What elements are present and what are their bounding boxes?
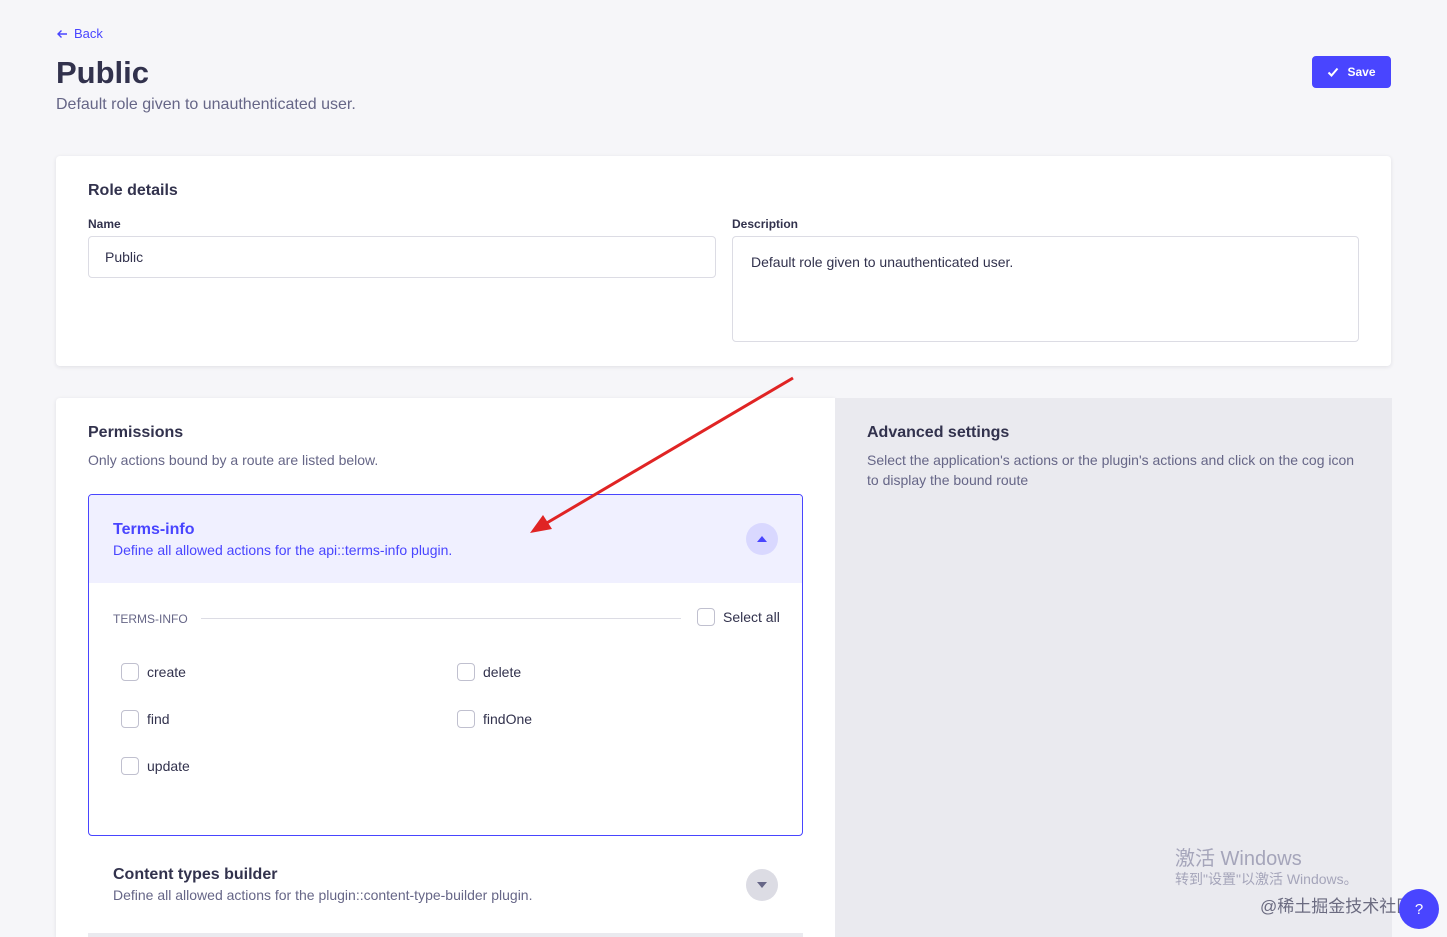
arrow-left-icon: [57, 29, 67, 38]
terms-info-group-label: TERMS-INFO: [113, 612, 188, 626]
advanced-settings-title: Advanced settings: [867, 424, 1010, 441]
terms-info-description: Define all allowed actions for the api::…: [113, 542, 453, 558]
expand-toggle-button[interactable]: [746, 869, 778, 901]
activation-watermark-subtitle: 转到"设置"以激活 Windows。: [1175, 871, 1358, 887]
advanced-settings-description: Select the application's actions or the …: [867, 452, 1355, 488]
name-label: Name: [88, 217, 121, 231]
content-types-builder-title[interactable]: Content types builder: [113, 866, 277, 884]
role-details-card: Role details Name Description Default ro…: [56, 156, 1391, 366]
page-subtitle: Default role given to unauthenticated us…: [56, 96, 356, 113]
create-label: create: [147, 664, 186, 680]
permissions-title: Permissions: [88, 424, 184, 441]
back-link[interactable]: Back: [56, 26, 103, 41]
create-checkbox[interactable]: [121, 663, 139, 681]
select-all-label: Select all: [723, 609, 780, 625]
save-label: Save: [1347, 65, 1376, 79]
help-button[interactable]: ?: [1399, 889, 1439, 929]
delete-label: delete: [483, 664, 522, 680]
name-input[interactable]: [88, 236, 716, 278]
permissions-subtitle: Only actions bound by a route are listed…: [88, 452, 379, 468]
terms-info-title: Terms-info: [113, 521, 195, 538]
back-label: Back: [74, 26, 103, 41]
accordion-separator: [88, 933, 803, 937]
delete-checkbox[interactable]: [457, 663, 475, 681]
findone-label: findOne: [483, 711, 533, 727]
find-checkbox[interactable]: [121, 710, 139, 728]
juejin-watermark: @稀土掘金技术社区: [1260, 897, 1414, 916]
select-all-checkbox[interactable]: [697, 608, 715, 626]
description-label: Description: [732, 217, 799, 231]
description-textarea[interactable]: Default role given to unauthenticated us…: [732, 236, 1359, 342]
page-title: Public: [56, 55, 150, 90]
terms-info-accordion: Terms-info Define all allowed actions fo…: [88, 494, 803, 836]
group-divider: [201, 618, 681, 619]
activation-watermark-title: 激活 Windows: [1175, 848, 1302, 870]
update-label: update: [147, 758, 190, 774]
role-details-title: Role details: [88, 182, 178, 199]
content-types-builder-description: Define all allowed actions for the plugi…: [113, 887, 533, 903]
collapse-toggle-button[interactable]: [746, 523, 778, 555]
advanced-settings-panel: Advanced settings Select the application…: [835, 398, 1392, 937]
find-label: find: [147, 711, 170, 727]
check-icon: [1328, 67, 1339, 77]
chevron-up-icon: [757, 536, 767, 542]
chevron-down-icon: [757, 882, 767, 888]
findone-checkbox[interactable]: [457, 710, 475, 728]
update-checkbox[interactable]: [121, 757, 139, 775]
terms-info-accordion-header[interactable]: Terms-info Define all allowed actions fo…: [89, 495, 802, 583]
save-button[interactable]: Save: [1312, 56, 1391, 88]
